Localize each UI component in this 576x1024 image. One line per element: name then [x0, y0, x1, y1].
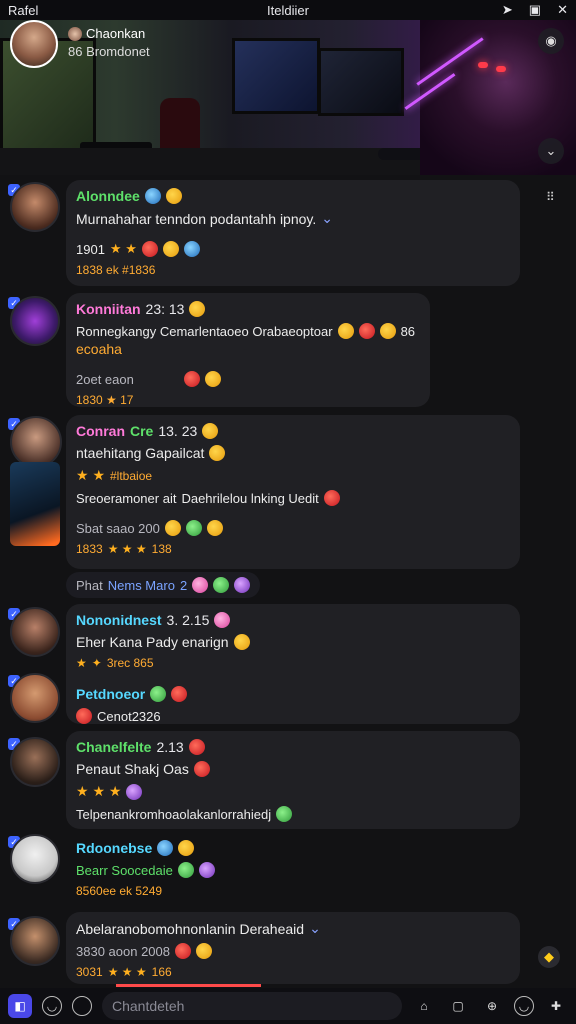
avatar[interactable]: [10, 834, 60, 884]
banner-monitor: [318, 48, 404, 116]
square-icon[interactable]: ▣: [529, 2, 541, 18]
message-bubble[interactable]: Conran Cre 13. 23 ntaehitang Gapailcat ★ ★…: [66, 415, 520, 569]
channel-banner: Chaonkan 86 Bromdonet ◉ ⌄: [0, 20, 576, 175]
chevron-down-icon[interactable]: ⌄: [309, 920, 321, 937]
top-bar: Rafel Iteldiier ➤ ▣ ✕: [0, 0, 576, 20]
emoji-icon: [141, 241, 158, 257]
banner-monitor: [232, 38, 320, 114]
emoji-icon: [233, 634, 250, 650]
emoji-icon: [189, 301, 206, 317]
thread-divider[interactable]: Phat Nems Maro 2: [66, 572, 261, 598]
reaction-icon[interactable]: ◡: [514, 996, 534, 1016]
bottom-bar: ◧ ◡ Chantdeteh ⌂ ▢ ⊕ ◡ ✚: [0, 988, 576, 1024]
emoji-icon: [193, 761, 210, 777]
emoji-icon: [358, 323, 375, 339]
notification-icon[interactable]: ◆: [538, 946, 560, 968]
emoji-icon: [337, 323, 354, 339]
message-bubble[interactable]: Konniitan 23: 13 Ronnegkangy Cemarlentaoe…: [66, 293, 430, 407]
more-options-icon[interactable]: ⠿: [546, 190, 555, 204]
emoji-icon: [198, 862, 215, 878]
gamepad-icon[interactable]: ⊕: [480, 994, 504, 1018]
emoji-icon: [213, 577, 230, 593]
message-bubble[interactable]: Alonndee Murnahahar tenndon podantahh ip…: [66, 180, 520, 286]
emoji-icon: [234, 577, 251, 593]
emoji-icon: [214, 612, 231, 628]
emoji-icon: [206, 520, 223, 536]
avatar[interactable]: [10, 737, 60, 787]
emoji-icon: [157, 840, 174, 856]
emoji-icon: [209, 445, 226, 461]
emoji-icon: [144, 188, 161, 204]
emoji-icon: [162, 241, 179, 257]
avatar[interactable]: [10, 182, 60, 232]
avatar[interactable]: [10, 607, 60, 657]
globe-icon: [183, 241, 200, 257]
chevron-down-icon[interactable]: ⌄: [538, 138, 564, 164]
emoji-icon: [202, 423, 219, 439]
message-bubble[interactable]: Abelaranobomohnonlanin Deraheaid ⌄ 3830 a…: [66, 912, 520, 984]
sticker-icon[interactable]: ▢: [446, 994, 470, 1018]
emoji-icon: [171, 686, 188, 702]
emoji-icon: [177, 862, 194, 878]
reply-icon[interactable]: [72, 996, 92, 1016]
message-bubble[interactable]: Rdoonebse Bearr Soocedaie 8560ee ek 5249: [66, 832, 520, 904]
emoji-icon: [204, 371, 221, 387]
bag-icon[interactable]: ⌂: [412, 994, 436, 1018]
message-bubble[interactable]: Nononidnest 3. 2.15 Eher Kana Pady enarig…: [66, 604, 520, 724]
emoji-picker-icon[interactable]: ◡: [42, 996, 62, 1016]
avatar[interactable]: [10, 673, 60, 723]
message-bubble[interactable]: Chanelfelte 2.13 Penaut Shakj Oas ★ ★ ★ T…: [66, 731, 520, 829]
emoji-icon: [379, 323, 396, 339]
channel-name: Chaonkan: [68, 26, 145, 41]
emoji-icon: [188, 739, 205, 755]
avatar: [68, 26, 82, 41]
emoji-icon: [150, 686, 167, 702]
channel-avatar[interactable]: [10, 20, 58, 68]
progress-bar: [116, 984, 261, 987]
emoji-icon: [174, 943, 191, 959]
avatar[interactable]: [10, 416, 62, 468]
emoji-icon: [183, 371, 200, 387]
emoji-icon: [323, 490, 340, 506]
emoji-icon: [126, 783, 143, 800]
emoji-icon: [165, 188, 182, 204]
window-title: Iteldiier: [267, 2, 309, 18]
emoji-icon: [195, 943, 212, 959]
emoji-icon: [76, 708, 92, 724]
emoji-icon: [276, 806, 293, 822]
close-icon[interactable]: ✕: [557, 2, 568, 18]
emoji-icon: [164, 520, 181, 536]
avatar[interactable]: [10, 296, 60, 346]
chevron-down-icon[interactable]: ⌄: [321, 210, 333, 227]
character-art: [10, 462, 60, 546]
emoji-icon: [178, 840, 195, 856]
plus-icon[interactable]: ✚: [544, 994, 568, 1018]
emoji-icon: [192, 577, 209, 593]
emoji-icon: [185, 520, 202, 536]
back-label[interactable]: Rafel: [8, 3, 38, 18]
profile-icon[interactable]: ◉: [538, 28, 564, 54]
message-input[interactable]: Chantdeteh: [102, 992, 402, 1020]
app-icon[interactable]: ◧: [8, 994, 32, 1018]
avatar[interactable]: [10, 916, 60, 966]
channel-subtitle: 86 Bromdonet: [68, 44, 150, 59]
send-icon[interactable]: ➤: [502, 2, 513, 18]
